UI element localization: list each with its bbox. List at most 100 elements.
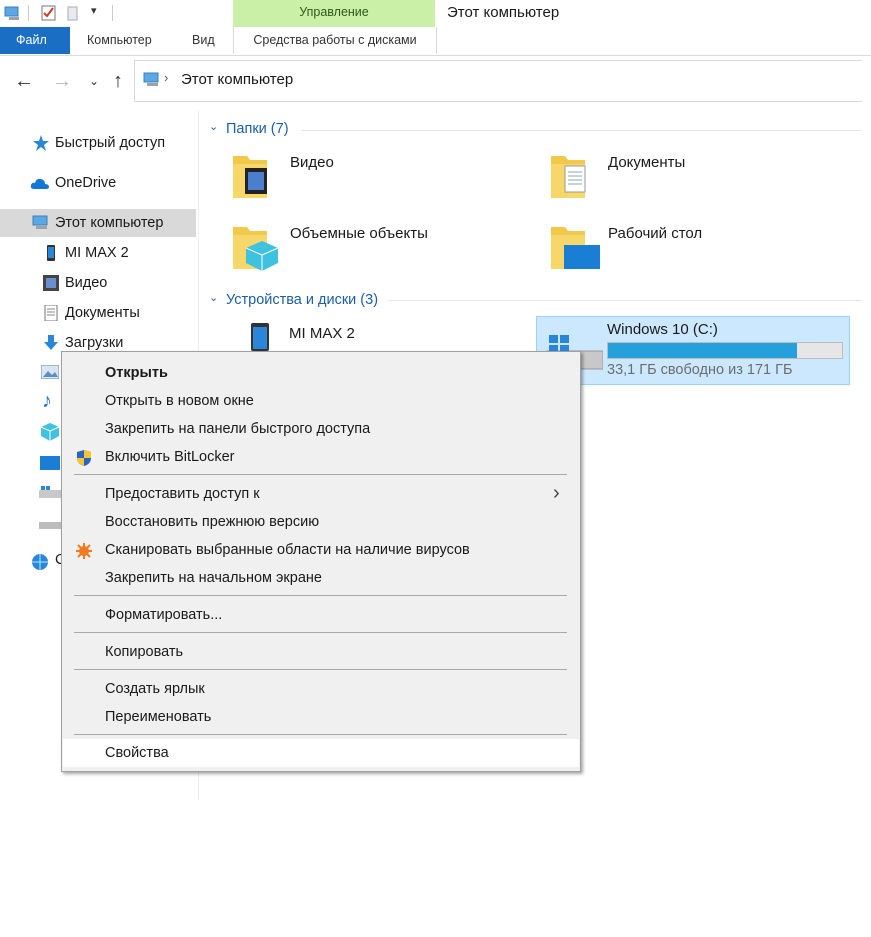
menu-separator: [74, 734, 567, 735]
menu-item-label: Закрепить на панели быстрого доступа: [105, 421, 371, 437]
menu-item-open-new-window[interactable]: Открыть в новом окне: [63, 387, 579, 415]
menu-separator: [74, 632, 567, 633]
tab-view[interactable]: Вид: [176, 27, 231, 54]
group-divider: [301, 130, 861, 131]
sidebar-item-this-pc[interactable]: Этот компьютер: [0, 209, 196, 237]
group-divider: [389, 300, 861, 301]
menu-item-label: Закрепить на начальном экране: [105, 570, 322, 586]
back-arrow-icon[interactable]: ←: [12, 69, 36, 93]
menu-item-label: Сканировать выбранные области на наличие…: [105, 542, 470, 558]
3d-objects-icon[interactable]: [40, 423, 60, 441]
menu-separator: [74, 669, 567, 670]
folder-name: Объемные объекты: [290, 225, 428, 242]
menu-item-label: Включить BitLocker: [105, 449, 235, 465]
menu-item-format[interactable]: Форматировать...: [63, 601, 579, 629]
recent-locations-chevron-icon[interactable]: ⌄: [82, 69, 106, 93]
menu-item-properties[interactable]: Свойства: [63, 739, 579, 767]
sidebar-item-onedrive[interactable]: OneDrive: [0, 169, 196, 197]
computer-icon: [32, 215, 48, 229]
video-folder-icon: [233, 156, 267, 198]
video-icon: [43, 275, 59, 291]
menu-item-give-access[interactable]: Предоставить доступ к ›: [63, 480, 579, 508]
navigation-bar: ← → ⌄ ↑ › Этот компьютер: [0, 60, 871, 102]
drive-free-space: 33,1 ГБ свободно из 171 ГБ: [607, 362, 793, 378]
address-bar[interactable]: › Этот компьютер: [134, 60, 862, 102]
menu-item-label: Создать ярлык: [105, 681, 205, 697]
folders-group-header[interactable]: Папки (7): [226, 121, 289, 137]
folder-name: Документы: [608, 154, 686, 171]
menu-item-label: Свойства: [105, 745, 169, 761]
network-icon[interactable]: [30, 553, 50, 571]
breadcrumb-this-pc[interactable]: Этот компьютер: [181, 71, 293, 88]
documents-folder-icon: [551, 156, 586, 198]
sidebar-item-label: OneDrive: [55, 175, 117, 191]
menu-item-restore-version[interactable]: Восстановить прежнюю версию: [63, 508, 579, 536]
menu-item-copy[interactable]: Копировать: [63, 638, 579, 666]
phone-icon: [251, 323, 269, 351]
sidebar-item-mi-max-2[interactable]: MI MAX 2: [0, 239, 196, 267]
menu-item-open[interactable]: Открыть: [63, 359, 579, 387]
sidebar-item-label: Быстрый доступ: [55, 135, 166, 151]
ribbon-tabs: Файл Компьютер Вид Средства работы с дис…: [0, 27, 871, 56]
folder-video[interactable]: Видео: [232, 150, 512, 210]
desktop-icon[interactable]: [40, 456, 60, 470]
menu-separator: [74, 595, 567, 596]
3d-objects-folder-icon: [233, 227, 279, 271]
tab-drive-tools[interactable]: Средства работы с дисками: [233, 27, 437, 54]
computer-icon: [143, 72, 159, 86]
customize-qa-chevron-icon[interactable]: ▾: [91, 4, 97, 17]
sidebar-item-label: Документы: [65, 305, 140, 321]
folder-desktop[interactable]: Рабочий стол: [550, 221, 830, 281]
folder-name: Рабочий стол: [608, 225, 703, 242]
drive-windows-c[interactable]: Windows 10 (C:) 33,1 ГБ свободно из 171 …: [536, 316, 850, 385]
menu-item-create-shortcut[interactable]: Создать ярлык: [63, 675, 579, 703]
menu-item-scan-viruses[interactable]: Сканировать выбранные области на наличие…: [63, 536, 579, 564]
sidebar-item-quick-access[interactable]: Быстрый доступ: [0, 129, 196, 157]
properties-icon[interactable]: [40, 4, 58, 22]
breadcrumb-chevron-icon[interactable]: ›: [164, 70, 168, 85]
collapse-chevron-icon[interactable]: ⌄: [209, 291, 218, 304]
folder-3d-objects[interactable]: Объемные объекты: [232, 221, 512, 281]
tab-computer[interactable]: Компьютер: [71, 27, 168, 54]
sidebar-item-video[interactable]: Видео: [0, 269, 196, 297]
menu-item-label: Восстановить прежнюю версию: [105, 514, 320, 530]
drive-icon[interactable]: [39, 520, 61, 530]
shield-icon: [77, 450, 91, 466]
divider: [112, 5, 113, 21]
context-tab-group-header: Управление: [233, 0, 435, 27]
desktop-folder-icon: [551, 227, 600, 269]
collapse-chevron-icon[interactable]: ⌄: [209, 120, 218, 133]
computer-icon: [4, 6, 19, 20]
menu-item-label: Копировать: [105, 644, 184, 660]
sidebar-item-label: Этот компьютер: [55, 215, 164, 231]
forward-arrow-icon[interactable]: →: [50, 69, 74, 93]
device-name: MI MAX 2: [289, 325, 355, 342]
cloud-icon: [30, 178, 49, 189]
context-menu: Открыть Открыть в новом окне Закрепить н…: [61, 351, 581, 772]
drive-usage-fill: [608, 343, 797, 358]
title-bar: ▾ Управление Этот компьютер: [0, 0, 871, 27]
menu-item-label: Предоставить доступ к: [105, 486, 260, 502]
folder-documents[interactable]: Документы: [550, 150, 830, 210]
music-icon[interactable]: ♪: [42, 390, 52, 413]
tab-file[interactable]: Файл: [0, 27, 70, 54]
new-folder-icon[interactable]: [65, 4, 83, 22]
antivirus-icon: [76, 543, 92, 559]
menu-item-pin-start[interactable]: Закрепить на начальном экране: [63, 564, 579, 592]
device-mi-max-2[interactable]: MI MAX 2: [249, 321, 449, 351]
up-arrow-icon[interactable]: ↑: [106, 69, 130, 93]
menu-item-pin-quick-access[interactable]: Закрепить на панели быстрого доступа: [63, 415, 579, 443]
window-title: Этот компьютер: [447, 4, 560, 21]
menu-item-bitlocker[interactable]: Включить BitLocker: [63, 443, 579, 471]
divider: [28, 5, 29, 21]
phone-icon: [47, 245, 55, 261]
drive-name: Windows 10 (C:): [607, 321, 718, 338]
menu-item-rename[interactable]: Переименовать: [63, 703, 579, 731]
menu-item-label: Переименовать: [105, 709, 212, 725]
devices-group-header[interactable]: Устройства и диски (3): [226, 292, 378, 308]
windows-drive-icon[interactable]: [39, 486, 61, 500]
star-icon: [33, 135, 49, 151]
pictures-icon[interactable]: [41, 365, 59, 379]
documents-icon: [44, 305, 58, 321]
sidebar-item-documents[interactable]: Документы: [0, 299, 196, 327]
